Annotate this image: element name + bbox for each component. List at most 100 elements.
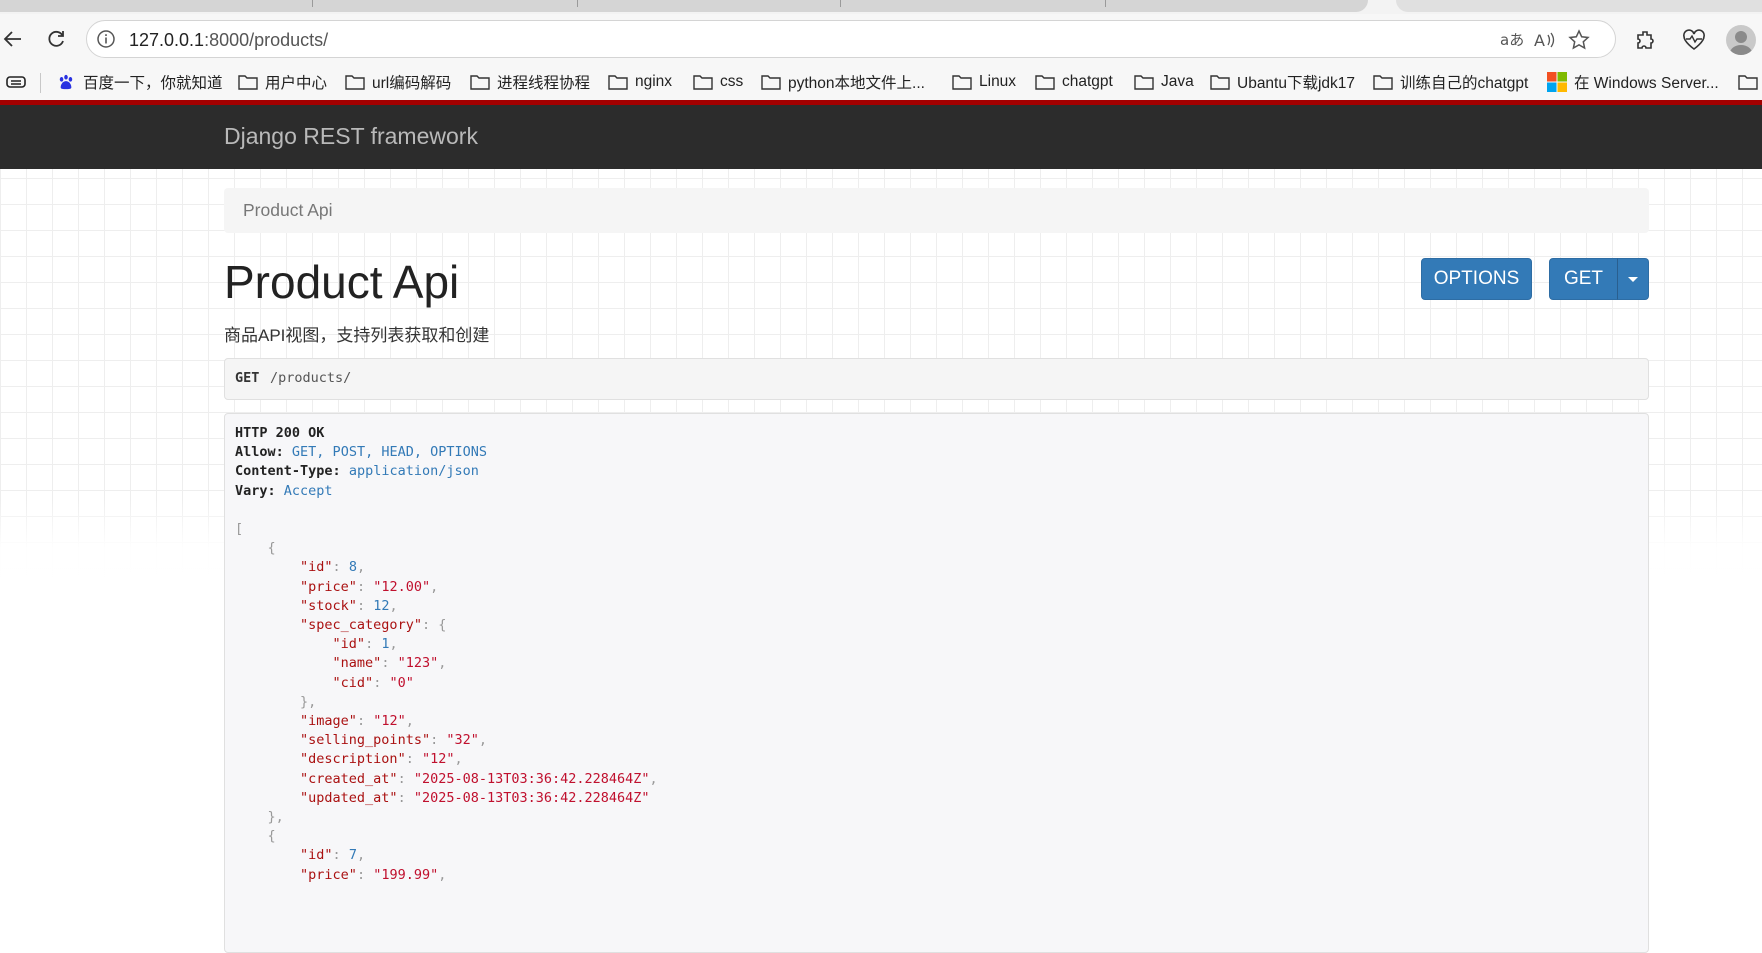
json-punctuation: ,	[438, 655, 447, 672]
json-key: "stock"	[300, 597, 357, 614]
browser-tab[interactable]	[1396, 0, 1762, 12]
brand-link[interactable]: Django REST framework	[224, 123, 478, 150]
json-line: "price": "199.99",	[235, 865, 446, 885]
json-punctuation: [	[235, 521, 244, 537]
svg-text:aあ: aあ	[1500, 31, 1523, 49]
address-bar[interactable]: 127.0.0.1:8000/products/ aあ A	[86, 20, 1616, 58]
header-key: Content-Type:	[235, 463, 341, 479]
bookmark-label: url编码解码	[372, 75, 452, 92]
json-punctuation	[235, 867, 300, 883]
options-button[interactable]: OPTIONS	[1421, 258, 1532, 300]
reading-list-icon[interactable]	[6, 70, 26, 94]
url-host: 127.0.0.1	[129, 30, 205, 50]
reload-icon	[48, 31, 64, 47]
json-punctuation	[235, 847, 300, 863]
get-format-dropdown[interactable]	[1617, 258, 1649, 300]
json-line: "image": "12",	[235, 711, 414, 731]
json-punctuation: ,	[454, 751, 463, 768]
json-punctuation: :	[356, 866, 374, 883]
json-punctuation: },	[235, 809, 284, 825]
extensions-icon[interactable]	[1632, 26, 1660, 54]
bookmark-folder[interactable]: nginx	[608, 70, 672, 94]
bookmark-folder[interactable]: css	[693, 70, 743, 94]
tab-divider	[1105, 0, 1106, 7]
bookmark-folder[interactable]: python本地文件上...	[761, 70, 925, 94]
profile-avatar[interactable]	[1726, 25, 1756, 55]
header-key: Allow:	[235, 444, 284, 460]
bookmark-folder[interactable]: chatgpt	[1035, 70, 1113, 94]
back-button[interactable]	[0, 24, 28, 54]
json-line: "spec_category": {	[235, 615, 446, 635]
tab-strip	[0, 0, 1762, 14]
json-punctuation	[235, 559, 300, 575]
json-key: "updated_at"	[300, 789, 398, 806]
bookmark-label: Linux	[979, 73, 1017, 90]
json-string: "2025-08-13T03:36:42.228464Z"	[413, 770, 650, 787]
browser-essentials-icon[interactable]	[1680, 26, 1708, 54]
other-bookmarks-folder[interactable]	[1738, 70, 1762, 94]
json-punctuation	[235, 675, 333, 691]
json-line: "description": "12",	[235, 749, 463, 769]
reload-button[interactable]	[41, 24, 71, 54]
bookmark-folder[interactable]: Linux	[952, 70, 1016, 94]
browser-tab[interactable]	[0, 0, 1368, 12]
bookmarks-bar: 百度一下，你就知道 用户中心 url编码解码 进程线程协程 nginx css …	[0, 64, 1762, 100]
breadcrumb-item[interactable]: Product Api	[243, 200, 333, 221]
json-punctuation: ,	[478, 732, 487, 749]
bookmark-label: 训练自己的chatgpt	[1400, 75, 1529, 92]
json-punctuation: ,	[356, 559, 366, 576]
site-info-icon[interactable]	[96, 29, 116, 54]
json-string: "199.99"	[373, 866, 439, 883]
bookmark-folder[interactable]: url编码解码	[345, 70, 451, 94]
response-header: Allow: GET, POST, HEAD, OPTIONS	[235, 442, 487, 462]
bookmark-label: 百度一下，你就知道	[83, 75, 223, 92]
bookmark-label: 用户中心	[265, 75, 328, 92]
json-line: "cid": "0"	[235, 673, 414, 693]
json-punctuation	[235, 771, 300, 787]
json-key: "price"	[300, 866, 357, 883]
bookmark-windows-server[interactable]: 在 Windows Server...	[1547, 70, 1719, 94]
svg-text:A: A	[1534, 31, 1545, 50]
folder-icon	[608, 75, 628, 90]
bookmark-baidu[interactable]: 百度一下，你就知道	[56, 70, 223, 94]
bookmark-folder[interactable]: Java	[1134, 70, 1194, 94]
bookmark-folder[interactable]: Ubantu下载jdk17	[1210, 70, 1355, 94]
folder-icon	[238, 75, 258, 90]
header-value: Accept	[283, 483, 333, 499]
translate-icon[interactable]: aあ	[1499, 28, 1523, 52]
bookmark-label: css	[720, 73, 744, 90]
json-key: "created_at"	[300, 770, 398, 787]
json-string: "32"	[446, 732, 479, 749]
json-punctuation: :	[430, 732, 447, 749]
read-aloud-icon[interactable]: A	[1533, 28, 1557, 52]
json-punctuation: },	[235, 693, 317, 710]
json-punctuation: :	[373, 674, 390, 691]
back-arrow-icon	[3, 31, 21, 47]
folder-icon	[1210, 75, 1230, 90]
json-key: "image"	[300, 713, 357, 729]
favorite-star-icon[interactable]	[1567, 28, 1591, 52]
json-punctuation	[235, 732, 300, 748]
json-line: },	[235, 807, 284, 827]
bookmark-folder[interactable]: 进程线程协程	[470, 70, 590, 94]
bookmark-folder[interactable]: 用户中心	[238, 70, 327, 94]
json-key: "cid"	[332, 674, 374, 691]
json-punctuation	[235, 617, 300, 633]
breadcrumb: Product Api	[224, 188, 1649, 233]
bookmark-folder[interactable]: 训练自己的chatgpt	[1373, 70, 1528, 94]
json-punctuation: :	[381, 655, 398, 672]
json-punctuation: ,	[389, 636, 398, 653]
json-line: [	[235, 519, 243, 539]
json-punctuation	[235, 751, 300, 767]
json-string: "2025-08-13T03:36:42.228464Z"	[413, 789, 650, 806]
browser-toolbar: 127.0.0.1:8000/products/ aあ A	[0, 14, 1762, 64]
json-line: {	[235, 826, 276, 846]
json-line: "id": 1,	[235, 634, 398, 654]
bookmark-label: nginx	[635, 73, 673, 90]
json-punctuation: {	[235, 828, 276, 845]
tab-divider	[312, 0, 313, 7]
get-button[interactable]: GET	[1549, 258, 1618, 300]
json-punctuation	[235, 713, 300, 729]
url-text[interactable]: 127.0.0.1:8000/products/	[129, 30, 328, 51]
folder-icon	[1738, 75, 1758, 90]
